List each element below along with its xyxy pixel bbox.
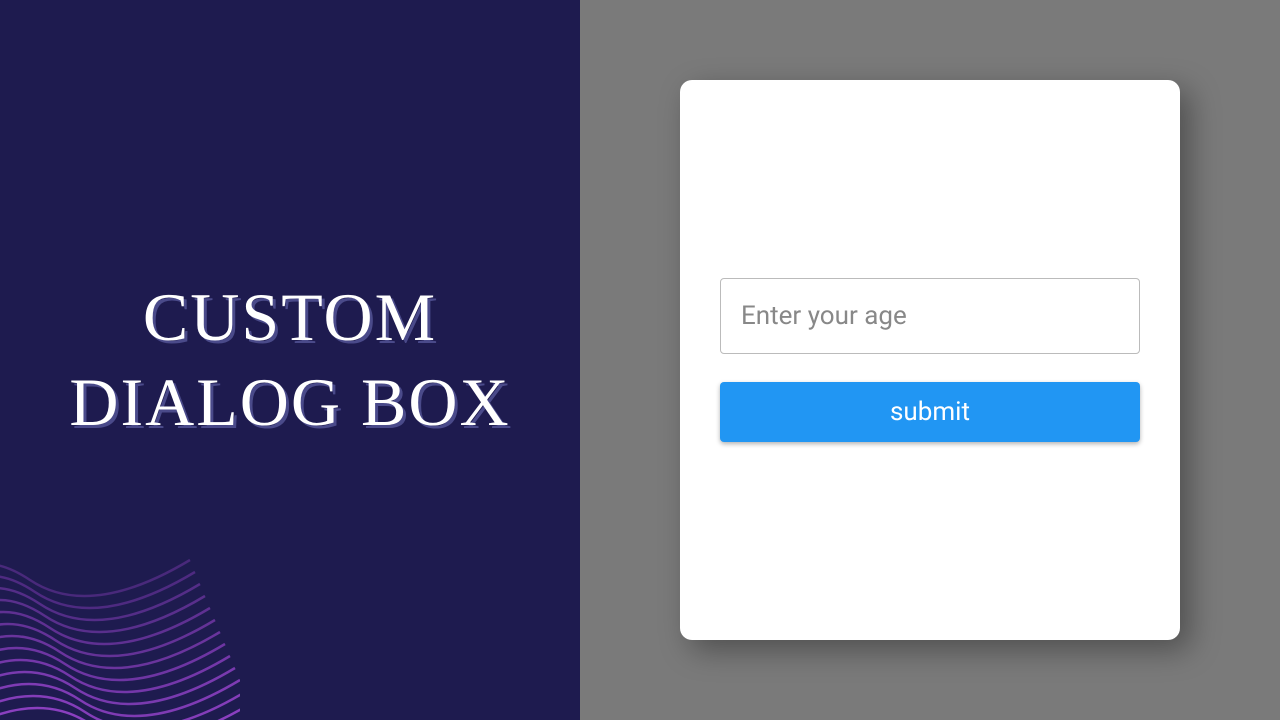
wave-decoration-icon (0, 460, 240, 720)
right-preview-panel: submit (580, 0, 1280, 720)
title-container: CUSTOM DIALOG BOX (29, 275, 550, 445)
left-hero-panel: CUSTOM DIALOG BOX (0, 0, 580, 720)
title-line-2: DIALOG BOX (69, 360, 510, 445)
age-input[interactable] (720, 278, 1140, 354)
dialog-card: submit (680, 80, 1180, 640)
submit-button[interactable]: submit (720, 382, 1140, 442)
title-line-1: CUSTOM (69, 275, 510, 360)
